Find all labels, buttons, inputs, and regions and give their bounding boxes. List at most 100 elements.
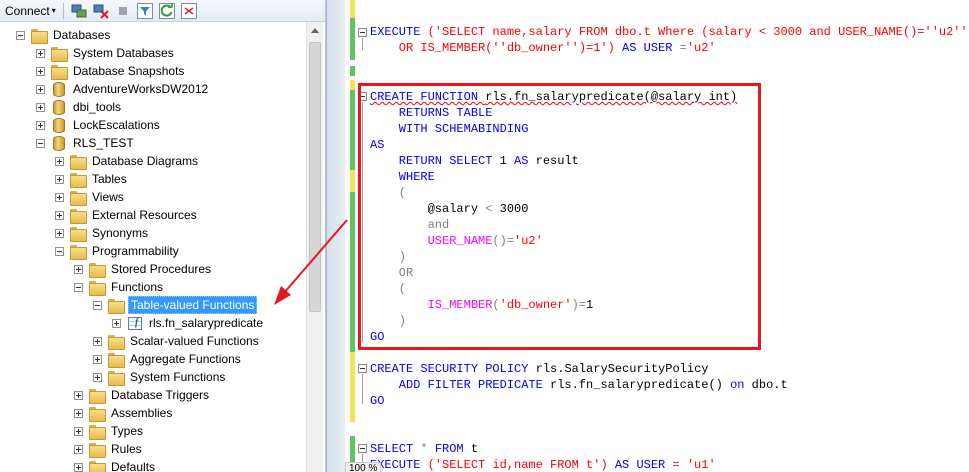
tree-node-scalar-valued-functions[interactable]: Scalar-valued Functions [93, 332, 261, 350]
outline-collapse-icon[interactable] [358, 28, 367, 37]
connect-button[interactable]: Connect ▾ [2, 2, 59, 20]
expand-toggle-icon[interactable] [93, 372, 102, 382]
node-label: System Databases [73, 46, 174, 60]
expand-toggle-icon[interactable] [36, 102, 45, 112]
node-label: Views [92, 190, 124, 204]
folder-icon [51, 64, 68, 80]
collapse-toggle-icon[interactable] [93, 300, 102, 310]
tree-node-rls-test[interactable]: RLS_TEST [36, 134, 136, 152]
expand-toggle-icon[interactable] [112, 318, 121, 328]
code-token: < [485, 202, 500, 216]
expand-toggle-icon[interactable] [93, 354, 102, 364]
tree-node-database-snapshots[interactable]: Database Snapshots [36, 62, 186, 80]
tree-node-defaults[interactable]: Defaults [74, 458, 157, 472]
expand-toggle-icon[interactable] [36, 84, 45, 94]
tree-node-functions[interactable]: Functions [74, 278, 165, 296]
zoom-level[interactable]: 100 % [345, 462, 382, 472]
expand-toggle-icon[interactable] [55, 174, 64, 184]
expand-toggle-icon[interactable] [93, 336, 102, 346]
code-line: CREATE SECURITY POLICY rls.SalarySecurit… [370, 361, 708, 377]
code-token: rls.fn_salarypredicate() [550, 378, 731, 392]
tree-node-databases[interactable]: Databases [16, 26, 112, 44]
code-line: AS [370, 138, 385, 152]
code-token: CREATE FUNCTION [370, 90, 486, 104]
expand-toggle-icon[interactable] [55, 228, 64, 238]
code-line: OR [370, 266, 414, 280]
code-line: GO [370, 394, 385, 408]
refresh-icon[interactable] [158, 2, 175, 19]
code-token: )= [571, 298, 587, 312]
scrollbar-thumb[interactable] [309, 42, 321, 312]
folder-icon [89, 442, 106, 458]
tree-node-dbi-tools[interactable]: dbi_tools [36, 98, 123, 116]
tree-node-rules[interactable]: Rules [74, 440, 144, 458]
expand-toggle-icon[interactable] [74, 462, 83, 472]
tree-node-assemblies[interactable]: Assemblies [74, 404, 174, 422]
expand-toggle-icon[interactable] [74, 390, 83, 400]
node-label: AdventureWorksDW2012 [73, 82, 209, 96]
query-editor[interactable]: EXECUTE ('SELECT name,salary FROM dbo.t … [345, 0, 969, 472]
outline-collapse-icon[interactable] [358, 444, 367, 453]
code-line: and [370, 218, 450, 232]
folder-icon [70, 154, 87, 170]
connect-label: Connect [5, 3, 50, 18]
code-line: EXECUTE ('SELECT id,name FROM t') AS USE… [370, 457, 716, 472]
expand-toggle-icon[interactable] [55, 210, 64, 220]
node-label: Functions [111, 280, 164, 294]
code-token: = 'u1' [672, 458, 716, 472]
tree-node-fn-salarypredicate[interactable]: rls.fn_salarypredicate [112, 314, 265, 332]
expand-toggle-icon[interactable] [74, 264, 83, 274]
collapse-toggle-icon[interactable] [36, 138, 45, 148]
collapse-toggle-icon[interactable] [55, 246, 64, 256]
tree-node-programmability[interactable]: Programmability [55, 242, 181, 260]
scroll-up-arrow-icon[interactable] [311, 28, 319, 33]
expand-toggle-icon[interactable] [74, 408, 83, 418]
database-icon [53, 117, 65, 133]
filter-icon[interactable] [136, 2, 153, 19]
expand-toggle-icon[interactable] [36, 120, 45, 130]
tree-node-system-functions[interactable]: System Functions [93, 368, 227, 386]
expand-toggle-icon[interactable] [74, 444, 83, 454]
tree-node-aggregate-functions[interactable]: Aggregate Functions [93, 350, 243, 368]
expand-toggle-icon[interactable] [36, 48, 45, 58]
collapse-icon[interactable] [180, 2, 197, 19]
tree-node-adventureworks[interactable]: AdventureWorksDW2012 [36, 80, 210, 98]
folder-icon [89, 424, 106, 440]
tree-node-database-diagrams[interactable]: Database Diagrams [55, 152, 200, 170]
code-token: = [679, 41, 687, 55]
database-icon [53, 99, 65, 115]
code-token: FROM [434, 442, 471, 456]
tree-node-stored-procedures[interactable]: Stored Procedures [74, 260, 213, 278]
stop-icon[interactable] [115, 3, 131, 19]
explorer-scrollbar[interactable] [306, 22, 323, 472]
change-marker [350, 192, 355, 352]
tree-node-views[interactable]: Views [55, 188, 126, 206]
collapse-toggle-icon[interactable] [74, 282, 83, 292]
outline-collapse-icon[interactable] [358, 364, 367, 373]
tree-node-table-valued-functions[interactable]: Table-valued Functions [93, 296, 258, 314]
collapse-toggle-icon[interactable] [16, 30, 25, 40]
code-line: ( [370, 282, 407, 296]
code-line: OR IS_MEMBER(''db_owner'')=1') AS USER =… [370, 40, 716, 56]
tree-node-lockescalations[interactable]: LockEscalations [36, 116, 162, 134]
tree-node-system-databases[interactable]: System Databases [36, 44, 176, 62]
folder-icon [108, 298, 125, 314]
expand-toggle-icon[interactable] [55, 156, 64, 166]
object-explorer-panel: Connect ▾ Databases System Databases Dat… [0, 0, 326, 472]
panel-splitter[interactable] [326, 0, 345, 472]
tree-node-synonyms[interactable]: Synonyms [55, 224, 150, 242]
outline-collapse-icon[interactable] [358, 92, 367, 101]
tree-node-tables[interactable]: Tables [55, 170, 129, 188]
folder-icon [31, 28, 48, 44]
tree-node-database-triggers[interactable]: Database Triggers [74, 386, 211, 404]
expand-toggle-icon[interactable] [55, 192, 64, 202]
connect-object-explorer-icon[interactable] [71, 3, 87, 19]
tree-node-external-resources[interactable]: External Resources [55, 206, 199, 224]
node-label: System Functions [130, 370, 226, 384]
code-token: rls.SalarySecurityPolicy [535, 362, 709, 376]
tree-node-types[interactable]: Types [74, 422, 145, 440]
node-label: Defaults [111, 460, 156, 472]
expand-toggle-icon[interactable] [74, 426, 83, 436]
expand-toggle-icon[interactable] [36, 66, 45, 76]
disconnect-icon[interactable] [93, 3, 109, 19]
